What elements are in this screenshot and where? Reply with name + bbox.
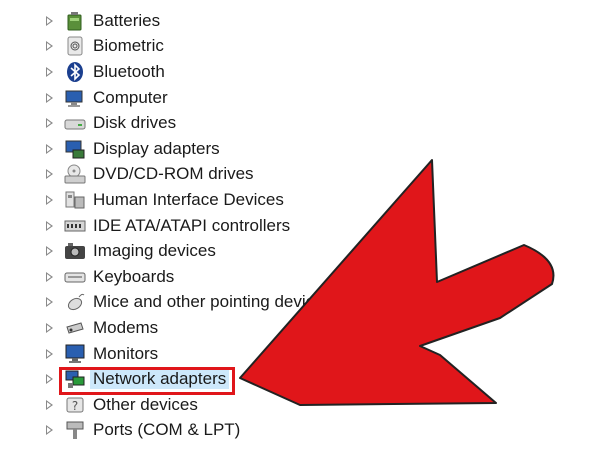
expand-chevron-icon[interactable] bbox=[46, 15, 53, 26]
tree-item-display-adapters[interactable]: Display adapters bbox=[0, 136, 600, 162]
tree-item-label: Imaging devices bbox=[93, 241, 216, 261]
tree-item-label: Biometric bbox=[93, 36, 164, 56]
expand-chevron-icon[interactable] bbox=[46, 246, 53, 257]
unknown-device-icon: ? bbox=[64, 394, 86, 416]
battery-icon bbox=[64, 10, 86, 32]
keyboard-icon bbox=[64, 266, 86, 288]
expand-chevron-icon[interactable] bbox=[46, 425, 53, 436]
display-adapter-icon bbox=[64, 138, 86, 160]
tree-item-label: Batteries bbox=[93, 10, 161, 30]
expand-chevron-icon[interactable] bbox=[46, 322, 53, 333]
expand-chevron-icon[interactable] bbox=[46, 92, 53, 103]
expand-chevron-icon[interactable] bbox=[46, 194, 53, 205]
tree-item-batteries[interactable]: Batteries bbox=[0, 8, 600, 34]
tree-item-label: DVD/CD-ROM drives bbox=[93, 164, 254, 184]
tree-item-other-devices[interactable]: ? Other devices bbox=[0, 392, 600, 418]
tree-item-monitors[interactable]: Monitors bbox=[0, 341, 600, 367]
tree-item-label: Computer bbox=[93, 87, 168, 107]
expand-chevron-icon[interactable] bbox=[46, 66, 53, 77]
tree-item-label: Modems bbox=[93, 317, 159, 337]
port-icon bbox=[64, 419, 86, 441]
hid-icon bbox=[64, 189, 86, 211]
tree-item-label: Ports (COM & LPT) bbox=[93, 420, 241, 440]
tree-item-ports-com-lpt[interactable]: Ports (COM & LPT) bbox=[0, 418, 600, 444]
expand-chevron-icon[interactable] bbox=[46, 41, 53, 52]
ide-controller-icon bbox=[64, 215, 86, 237]
dvd-drive-icon bbox=[64, 163, 86, 185]
expand-chevron-icon[interactable] bbox=[46, 374, 53, 385]
tree-item-computer[interactable]: Computer bbox=[0, 85, 600, 111]
expand-chevron-icon[interactable] bbox=[46, 220, 53, 231]
disk-drive-icon bbox=[64, 112, 86, 134]
expand-chevron-icon[interactable] bbox=[46, 297, 53, 308]
monitor-icon bbox=[64, 343, 86, 365]
fingerprint-icon bbox=[64, 35, 86, 57]
tree-item-keyboards[interactable]: Keyboards bbox=[0, 264, 600, 290]
tree-item-ide-ata-atapi-controllers[interactable]: IDE ATA/ATAPI controllers bbox=[0, 213, 600, 239]
tree-item-dvd-cd-rom-drives[interactable]: DVD/CD-ROM drives bbox=[0, 162, 600, 188]
modem-icon bbox=[64, 317, 86, 339]
tree-item-disk-drives[interactable]: Disk drives bbox=[0, 110, 600, 136]
mouse-icon bbox=[64, 291, 86, 313]
expand-chevron-icon[interactable] bbox=[46, 143, 53, 154]
tree-item-label: Human Interface Devices bbox=[93, 189, 284, 209]
bluetooth-icon bbox=[64, 61, 86, 83]
tree-item-label: Disk drives bbox=[93, 113, 177, 133]
expand-chevron-icon[interactable] bbox=[46, 118, 53, 129]
highlight-box bbox=[59, 367, 235, 395]
tree-item-label: Monitors bbox=[93, 343, 159, 363]
tree-item-label: Other devices bbox=[93, 394, 198, 414]
camera-icon bbox=[64, 240, 86, 262]
tree-item-label: Display adapters bbox=[93, 138, 220, 158]
expand-chevron-icon[interactable] bbox=[46, 399, 53, 410]
expand-chevron-icon[interactable] bbox=[46, 348, 53, 359]
expand-chevron-icon[interactable] bbox=[46, 169, 53, 180]
tree-item-modems[interactable]: Modems bbox=[0, 315, 600, 341]
svg-text:?: ? bbox=[72, 399, 78, 413]
expand-chevron-icon[interactable] bbox=[46, 271, 53, 282]
tree-item-label: Bluetooth bbox=[93, 61, 165, 81]
tree-item-label: Keyboards bbox=[93, 266, 175, 286]
tree-item-bluetooth[interactable]: Bluetooth bbox=[0, 59, 600, 85]
computer-icon bbox=[64, 87, 86, 109]
tree-item-label: IDE ATA/ATAPI controllers bbox=[93, 215, 291, 235]
tree-item-label: Mice and other pointing devices bbox=[93, 292, 333, 312]
tree-item-biometric[interactable]: Biometric bbox=[0, 34, 600, 60]
tree-item-mice-and-other-pointing-devices[interactable]: Mice and other pointing devices bbox=[0, 290, 600, 316]
tree-item-human-interface-devices[interactable]: Human Interface Devices bbox=[0, 187, 600, 213]
tree-item-imaging-devices[interactable]: Imaging devices bbox=[0, 238, 600, 264]
